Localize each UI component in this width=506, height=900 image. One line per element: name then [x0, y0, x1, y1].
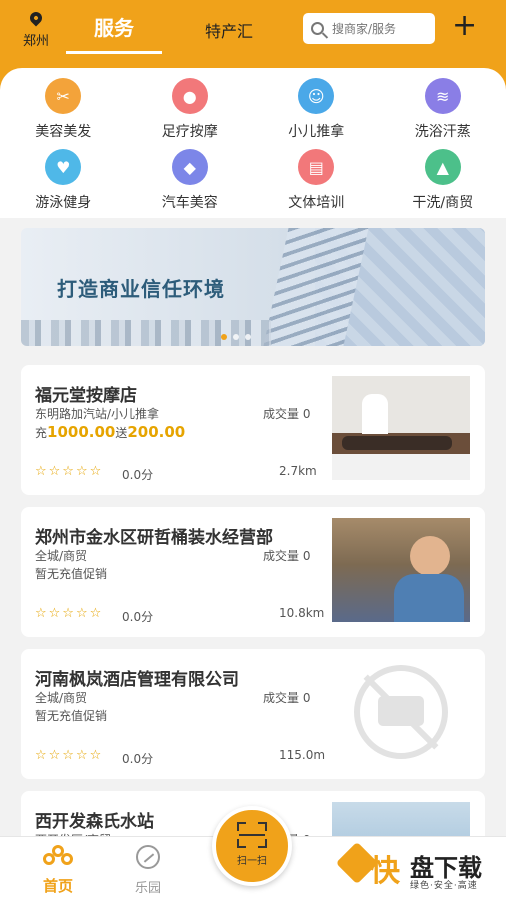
park-icon: [136, 845, 160, 869]
rating-stars: ☆☆☆☆☆: [35, 748, 104, 763]
book-icon: ▤: [298, 149, 335, 185]
category-item[interactable]: ✂ 美容美发: [0, 78, 127, 141]
store-deals: 成交量 0: [263, 549, 311, 563]
store-promo: 充1000.00送200.00: [35, 423, 186, 441]
location-selector[interactable]: 郑州: [18, 9, 54, 49]
nav-park-label: 乐园: [134, 881, 161, 896]
store-address: 东明路加汽站/小儿推拿: [35, 407, 160, 421]
store-name: 福元堂按摩店: [35, 386, 137, 406]
location-pin-icon: [27, 9, 45, 27]
store-address: 全城/商贸: [35, 549, 88, 563]
pager-dot[interactable]: [245, 334, 251, 340]
nav-home[interactable]: 首页: [36, 845, 80, 896]
store-distance: 10.8km: [279, 606, 325, 620]
home-icon: [43, 845, 73, 869]
store-photo: [332, 376, 470, 480]
category-grid: ✂ 美容美发 ● 足疗按摩 ☺ 小儿推拿 ≋ 洗浴汗蒸 ♥ 游泳健身 ◆ 汽车美…: [0, 78, 506, 212]
nav-park[interactable]: 乐园: [130, 845, 166, 896]
scan-label: 扫一扫: [237, 856, 267, 867]
category-item[interactable]: ◆ 汽车美容: [127, 149, 254, 212]
category-label: 足疗按摩: [161, 124, 218, 140]
store-distance: 115.0m: [279, 748, 326, 762]
rating-score: 0.0分: [122, 610, 154, 624]
watermark-kuai: 快: [370, 854, 400, 889]
category-label: 游泳健身: [35, 195, 92, 211]
category-item[interactable]: ▤ 文体培训: [253, 149, 380, 212]
store-promo: 暂无充值促销: [35, 567, 108, 581]
bath-icon: ≋: [424, 78, 461, 114]
store-card[interactable]: 河南枫岚酒店管理有限公司 全城/商贸 暂无充值促销 成交量 0 ☆☆☆☆☆ 0.…: [21, 649, 485, 779]
rating-stars: ☆☆☆☆☆: [35, 464, 104, 479]
pager-dot-active[interactable]: [221, 334, 227, 340]
scan-icon: [237, 822, 267, 848]
store-deals: 成交量 0: [263, 407, 311, 421]
city-label: 郑州: [22, 34, 49, 49]
car-icon: ◆: [171, 149, 208, 185]
tab-service[interactable]: 服务: [66, 12, 162, 54]
banner-title: 打造商业信任环境: [57, 277, 225, 301]
category-label: 文体培训: [288, 195, 345, 211]
store-name: 河南枫岚酒店管理有限公司: [35, 670, 239, 690]
promo-banner[interactable]: 打造商业信任环境: [21, 228, 485, 346]
tab-special-products[interactable]: 特产汇: [205, 18, 253, 42]
search-icon: [311, 22, 324, 35]
nav-home-label: 首页: [42, 877, 73, 895]
add-button[interactable]: +: [452, 11, 477, 41]
category-item[interactable]: ● 足疗按摩: [127, 78, 254, 141]
store-card[interactable]: 郑州市金水区研哲桶装水经营部 全城/商贸 暂无充值促销 成交量 0 ☆☆☆☆☆ …: [21, 507, 485, 637]
category-label: 洗浴汗蒸: [414, 124, 471, 140]
store-card[interactable]: 福元堂按摩店 东明路加汽站/小儿推拿 充1000.00送200.00 成交量 0…: [21, 365, 485, 495]
store-promo: 暂无充值促销: [35, 709, 108, 723]
category-label: 汽车美容: [161, 195, 218, 211]
watermark-slogan: 绿色·安全·高速: [410, 881, 478, 891]
foot-massage-icon: ●: [171, 78, 208, 114]
store-photo: [332, 518, 470, 622]
category-label: 美容美发: [35, 124, 92, 140]
category-item[interactable]: ≋ 洗浴汗蒸: [380, 78, 506, 141]
fitness-icon: ♥: [45, 149, 82, 185]
search-input[interactable]: [332, 21, 432, 36]
pager-dot[interactable]: [233, 334, 239, 340]
search-box[interactable]: [303, 13, 435, 44]
store-distance: 2.7km: [279, 464, 317, 478]
category-label: 干洗/商贸: [412, 195, 474, 211]
category-label: 小儿推拿: [288, 124, 345, 140]
watermark: 快 盘下载 绿色·安全·高速: [335, 841, 506, 896]
banner-pager: [221, 334, 251, 340]
category-item[interactable]: ♥ 游泳健身: [0, 149, 127, 212]
no-photo-placeholder: [332, 660, 470, 764]
rating-score: 0.0分: [122, 752, 154, 766]
store-name: 郑州市金水区研哲桶装水经营部: [35, 528, 273, 548]
scan-button[interactable]: 扫一扫: [212, 806, 292, 886]
hair-salon-icon: ✂: [45, 78, 82, 114]
baby-massage-icon: ☺: [298, 78, 335, 114]
rating-score: 0.0分: [122, 468, 154, 482]
store-address: 全城/商贸: [35, 691, 88, 705]
store-deals: 成交量 0: [263, 691, 311, 705]
laundry-icon: ▲: [424, 149, 461, 185]
category-item[interactable]: ▲ 干洗/商贸: [380, 149, 506, 212]
rating-stars: ☆☆☆☆☆: [35, 606, 104, 621]
banner-skyline-image: [21, 320, 271, 346]
store-name: 西开发森氏水站: [35, 812, 154, 832]
category-item[interactable]: ☺ 小儿推拿: [253, 78, 380, 141]
